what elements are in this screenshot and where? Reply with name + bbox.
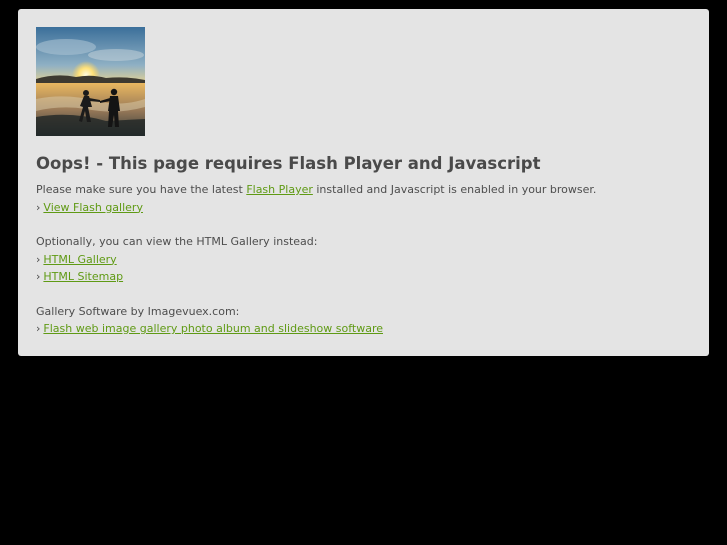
gallery-software-link[interactable]: Flash web image gallery photo album and … — [43, 322, 383, 335]
flash-required-panel: Oops! - This page requires Flash Player … — [18, 9, 709, 356]
software-credit-text: Gallery Software by Imagevuex.com: — [36, 304, 240, 318]
html-sitemap-link[interactable]: HTML Sitemap — [43, 270, 123, 283]
requirement-text-before: Please make sure you have the latest — [36, 183, 247, 196]
html-gallery-item: › HTML Gallery — [36, 251, 691, 269]
gallery-thumbnail-image — [36, 27, 145, 136]
bullet-arrow-icon: › — [36, 322, 41, 335]
requirement-text: Please make sure you have the latest Fla… — [36, 181, 691, 199]
software-link-item: › Flash web image gallery photo album and… — [36, 320, 691, 338]
page-heading: Oops! - This page requires Flash Player … — [36, 154, 541, 173]
requirement-text-after: installed and Javascript is enabled in y… — [312, 183, 597, 196]
html-sitemap-item: › HTML Sitemap — [36, 268, 691, 286]
bullet-arrow-icon: › — [36, 252, 41, 266]
html-gallery-link[interactable]: HTML Gallery — [43, 253, 116, 266]
view-flash-gallery-link[interactable]: View Flash gallery — [43, 201, 143, 214]
flash-player-link[interactable]: Flash Player — [246, 183, 313, 196]
view-flash-gallery-item: › View Flash gallery — [36, 199, 691, 217]
optional-text: Optionally, you can view the HTML Galler… — [36, 235, 318, 248]
bullet-arrow-icon: › — [36, 270, 41, 283]
beach-sunset-couple-icon — [36, 27, 145, 136]
bullet-arrow-icon: › — [36, 200, 41, 214]
